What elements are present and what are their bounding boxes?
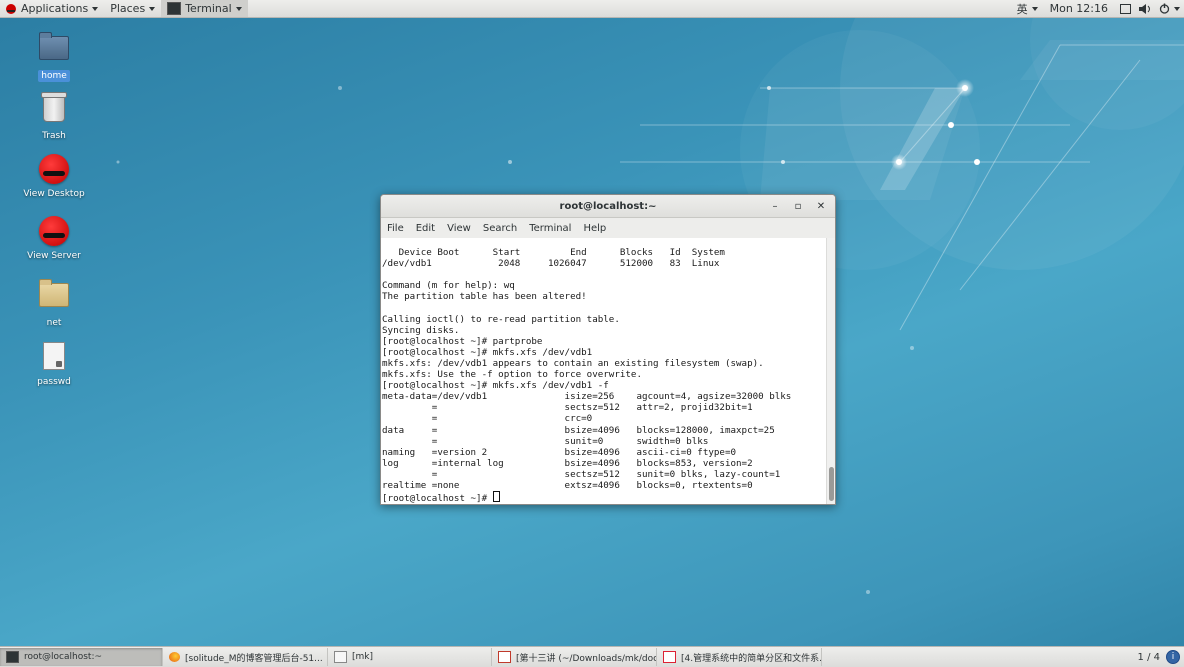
desktop-icon-label: Trash	[42, 131, 66, 141]
minimize-button[interactable]: –	[767, 198, 783, 214]
input-method-label: 英	[1016, 2, 1028, 16]
terminal-cursor	[492, 491, 500, 503]
task-label: [第十三讲 (~/Downloads/mk/doc/...	[516, 653, 657, 664]
redhat-logo-icon	[39, 216, 69, 246]
trash-icon	[41, 92, 67, 122]
terminal-line: = crc=0	[431, 413, 593, 425]
terminal-line: = sunit=0 swidth=0 blks	[431, 435, 709, 447]
task-label: root@localhost:~	[24, 652, 103, 662]
scrollbar-thumb[interactable]	[829, 467, 834, 501]
clock-label: Mon 12:16	[1049, 2, 1108, 15]
applications-menu[interactable]: Applications	[0, 0, 104, 17]
maximize-button[interactable]: ▫	[790, 198, 806, 214]
desktop-icon-label: passwd	[37, 377, 71, 387]
menu-view[interactable]: View	[441, 223, 477, 234]
terminal-prompt: [root@localhost ~]#	[382, 493, 493, 505]
desktop-icon-label: View Desktop	[23, 189, 85, 199]
power-icon[interactable]	[1155, 0, 1184, 17]
notification-icon[interactable]: i	[1166, 650, 1180, 664]
menu-help[interactable]: Help	[577, 223, 612, 234]
desktop-icon-label: View Server	[27, 251, 81, 261]
task-label: [solitude_M的博客管理后台-51...	[185, 653, 323, 664]
menubar: File Edit View Search Terminal Help	[381, 218, 835, 239]
desktop-icon-view-server[interactable]: View Server	[19, 216, 89, 262]
input-method-indicator[interactable]: 英	[1013, 0, 1042, 17]
desktop-icon-view-desktop[interactable]: View Desktop	[19, 154, 89, 200]
terminal-line: Calling ioctl() to re-read partition tab…	[382, 313, 620, 325]
terminal-line: log =internal log bsize=4096 blocks=853,…	[382, 457, 753, 469]
bottom-taskbar: root@localhost:~ [solitude_M的博客管理后台-51..…	[0, 646, 1184, 667]
terminal-icon	[167, 2, 182, 15]
chevron-down-icon	[149, 6, 156, 11]
close-button[interactable]: ✕	[813, 198, 829, 214]
redhat-logo-icon	[39, 154, 69, 184]
desktop-icon-label: home	[38, 70, 70, 82]
redhat-logo-icon	[6, 3, 16, 14]
menu-terminal[interactable]: Terminal	[523, 223, 577, 234]
task-label: [4.管理系统中的简单分区和文件系...	[681, 653, 822, 664]
desktop-icon-net[interactable]: net	[19, 277, 89, 329]
clock[interactable]: Mon 12:16	[1042, 0, 1116, 17]
terminal-line: mkfs.xfs: /dev/vdb1 appears to contain a…	[382, 357, 764, 369]
desktop-icon-trash[interactable]: Trash	[19, 92, 89, 142]
window-switcher-icon[interactable]	[1116, 0, 1135, 17]
minimize-icon: –	[772, 200, 778, 212]
task-file-manager[interactable]: [mk]	[328, 648, 492, 666]
task-label: [mk]	[352, 652, 374, 662]
chevron-down-icon	[1174, 6, 1180, 11]
places-label: Places	[110, 2, 146, 15]
terminal-line: mkfs.xfs: Use the -f option to force ove…	[382, 369, 642, 381]
task-firefox[interactable]: [solitude_M的博客管理后台-51...	[163, 648, 328, 666]
menu-edit[interactable]: Edit	[410, 223, 441, 234]
app-menu-terminal[interactable]: Terminal	[161, 0, 248, 17]
pdf-icon	[663, 651, 676, 663]
terminal-window: root@localhost:~ – ▫ ✕ File Edit View Se…	[380, 194, 836, 505]
applications-label: Applications	[21, 2, 89, 15]
workspace-pager[interactable]: 1 / 4	[1128, 652, 1166, 663]
menu-file[interactable]: File	[381, 223, 410, 234]
terminal-line: Syncing disks.	[382, 324, 460, 336]
terminal-line: naming =version 2 bsize=4096 ascii-ci=0 …	[382, 446, 737, 458]
locked-file-icon	[43, 342, 65, 370]
chevron-down-icon	[92, 6, 99, 11]
menu-search[interactable]: Search	[477, 223, 523, 234]
file-manager-icon	[334, 651, 347, 663]
terminal-line: Command (m for help): wq	[382, 280, 515, 292]
chevron-down-icon	[1031, 6, 1038, 11]
task-pdf[interactable]: [4.管理系统中的简单分区和文件系...	[657, 648, 822, 666]
terminal-line: /dev/vdb1 2048 1026047 512000 83 Linux	[382, 258, 720, 270]
places-menu[interactable]: Places	[104, 0, 161, 17]
maximize-icon: ▫	[794, 200, 802, 212]
volume-icon[interactable]	[1135, 0, 1155, 17]
terminal-line: meta-data=/dev/vdb1 isize=256 agcount=4,…	[382, 391, 792, 403]
terminal-line: [root@localhost ~]# mkfs.xfs /dev/vdb1	[382, 346, 593, 358]
task-document[interactable]: [第十三讲 (~/Downloads/mk/doc/...	[492, 648, 657, 666]
terminal-line: realtime =none extsz=4096 blocks=0, rtex…	[382, 479, 753, 491]
close-icon: ✕	[816, 200, 826, 212]
window-title: root@localhost:~	[559, 200, 657, 212]
chevron-down-icon	[235, 6, 242, 11]
desktop-icon-passwd[interactable]: passwd	[19, 339, 89, 388]
folder-icon	[39, 279, 69, 307]
terminal-icon	[6, 651, 19, 663]
firefox-icon	[169, 652, 180, 662]
terminal-line: The partition table has been altered!	[382, 291, 587, 303]
desktop-icon-home[interactable]: home	[19, 30, 89, 82]
desktop-icon-label: net	[46, 318, 62, 328]
terminal-scrollbar[interactable]	[826, 238, 835, 504]
terminal-line: = sectsz=512 sunit=0 blks, lazy-count=1	[431, 468, 781, 480]
app-menu-label: Terminal	[185, 2, 232, 15]
terminal-text: Device Boot Start End Blocks Id System /…	[381, 238, 827, 504]
terminal-line: = sectsz=512 attr=2, projid32bit=1	[431, 402, 753, 414]
terminal-line: [root@localhost ~]# partprobe	[382, 335, 543, 347]
document-icon	[498, 651, 511, 663]
terminal-line: Device Boot Start End Blocks Id System	[398, 247, 725, 258]
terminal-line: [root@localhost ~]# mkfs.xfs /dev/vdb1 -…	[382, 380, 609, 392]
top-panel: Applications Places Terminal 英 Mon 12:16	[0, 0, 1184, 18]
task-terminal[interactable]: root@localhost:~	[0, 648, 163, 666]
home-folder-icon	[39, 32, 69, 60]
terminal-line: data = bsize=4096 blocks=128000, imaxpct…	[382, 424, 775, 436]
terminal-output[interactable]: Device Boot Start End Blocks Id System /…	[381, 238, 827, 504]
window-titlebar[interactable]: root@localhost:~ – ▫ ✕	[381, 195, 835, 218]
